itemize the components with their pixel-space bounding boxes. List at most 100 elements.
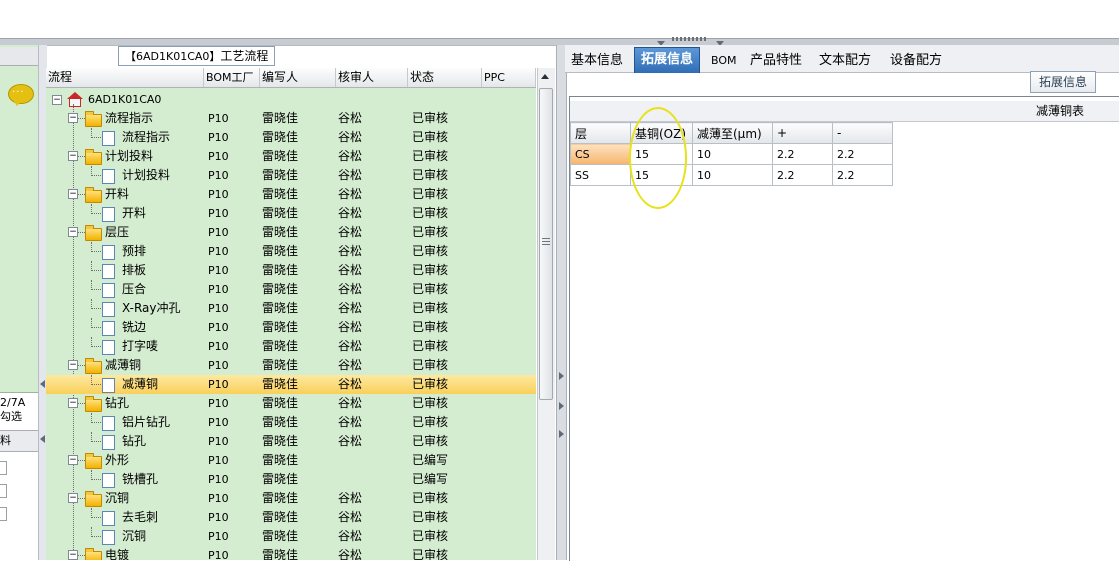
extension-info-button[interactable]: 拓展信息 bbox=[1030, 71, 1096, 93]
tree-row[interactable]: 流程指示 P10 雷晓佳 谷松 已审核 bbox=[46, 128, 536, 147]
tab-3[interactable]: 产品特性 bbox=[744, 50, 808, 72]
bom-factory-cell: P10 bbox=[208, 530, 229, 543]
collapse-node-icon[interactable]: − bbox=[68, 113, 78, 123]
tree-row[interactable]: − 外形 P10 雷晓佳 已编写 bbox=[46, 451, 536, 470]
tree-row[interactable]: X-Ray冲孔 P10 雷晓佳 谷松 已审核 bbox=[46, 299, 536, 318]
column-header[interactable]: + bbox=[772, 122, 833, 144]
collapse-node-icon[interactable]: − bbox=[68, 189, 78, 199]
tree-guide-line bbox=[91, 213, 101, 214]
collapse-node-icon[interactable]: − bbox=[68, 493, 78, 503]
document-icon bbox=[102, 245, 115, 260]
table-cell[interactable]: 10 bbox=[692, 164, 773, 186]
column-header[interactable]: - bbox=[832, 122, 893, 144]
tree-node-label: 铣边 bbox=[122, 320, 147, 334]
column-header[interactable]: 层 bbox=[570, 122, 631, 144]
tree-row[interactable]: 预排 P10 雷晓佳 谷松 已审核 bbox=[46, 242, 536, 261]
tree-node-label: 铝片钻孔 bbox=[122, 415, 171, 429]
tab-4[interactable]: 文本配方 bbox=[813, 50, 877, 72]
collapse-node-icon[interactable]: − bbox=[68, 151, 78, 161]
tree-row[interactable]: − 计划投料 P10 雷晓佳 谷松 已审核 bbox=[46, 147, 536, 166]
tree-root-row[interactable]: − 6AD1K01CA0 bbox=[46, 90, 536, 109]
tree-row[interactable]: 铝片钻孔 P10 雷晓佳 谷松 已审核 bbox=[46, 413, 536, 432]
tree-row[interactable]: − 钻孔 P10 雷晓佳 谷松 已审核 bbox=[46, 394, 536, 413]
collapse-node-icon[interactable]: − bbox=[68, 455, 78, 465]
expand-arrow-icon[interactable] bbox=[559, 372, 564, 380]
expand-arrow-icon[interactable] bbox=[559, 430, 564, 438]
table-cell[interactable]: SS bbox=[570, 164, 631, 186]
tree-row[interactable]: 钻孔 P10 雷晓佳 谷松 已审核 bbox=[46, 432, 536, 451]
document-icon bbox=[102, 340, 115, 355]
tree-node-label: 流程指示 bbox=[105, 111, 154, 125]
folder-icon bbox=[85, 358, 102, 374]
writer-cell: 雷晓佳 bbox=[262, 396, 299, 410]
collapse-node-icon[interactable]: − bbox=[52, 95, 62, 105]
tree-row[interactable]: 排板 P10 雷晓佳 谷松 已审核 bbox=[46, 261, 536, 280]
tree-guide-line bbox=[91, 536, 101, 537]
column-header[interactable]: 减薄至(μm) bbox=[692, 122, 773, 144]
collapse-left-arrow-icon[interactable] bbox=[40, 435, 45, 443]
tree-column-header-cell[interactable]: PPC bbox=[482, 68, 536, 87]
tree-row[interactable]: 开料 P10 雷晓佳 谷松 已审核 bbox=[46, 204, 536, 223]
status-cell: 已审核 bbox=[412, 168, 449, 182]
tree-row[interactable]: − 减薄铜 P10 雷晓佳 谷松 已审核 bbox=[46, 356, 536, 375]
table-row[interactable]: SS 15 10 2.2 2.2 bbox=[570, 164, 893, 186]
left-table-cell[interactable] bbox=[0, 484, 7, 498]
table-cell[interactable]: 2.2 bbox=[772, 143, 833, 165]
reviewer-cell: 谷松 bbox=[338, 225, 363, 239]
collapse-node-icon[interactable]: − bbox=[68, 398, 78, 408]
left-table-cell[interactable] bbox=[0, 461, 7, 475]
tree-column-header-cell[interactable]: 编写人 bbox=[260, 68, 336, 87]
status-cell: 已编写 bbox=[412, 453, 449, 467]
tree-row[interactable]: − 沉铜 P10 雷晓佳 谷松 已审核 bbox=[46, 489, 536, 508]
reviewer-cell: 谷松 bbox=[338, 111, 363, 125]
tree-guide-line bbox=[91, 137, 101, 138]
collapse-node-icon[interactable]: − bbox=[68, 550, 78, 560]
collapse-node-icon[interactable]: − bbox=[68, 227, 78, 237]
table-cell[interactable]: 2.2 bbox=[772, 164, 833, 186]
expand-arrow-icon[interactable] bbox=[559, 402, 564, 410]
splitter-grip[interactable] bbox=[672, 37, 708, 41]
tree-column-header-cell[interactable]: 流程 bbox=[46, 68, 204, 87]
tree-guide-line bbox=[91, 517, 101, 518]
tree-row[interactable]: 铣槽孔 P10 雷晓佳 已编写 bbox=[46, 470, 536, 489]
middle-splitter[interactable] bbox=[556, 45, 567, 560]
table-cell[interactable]: CS bbox=[570, 143, 631, 165]
bom-factory-cell: P10 bbox=[208, 321, 229, 334]
tree-row[interactable]: 沉铜 P10 雷晓佳 谷松 已审核 bbox=[46, 527, 536, 546]
tree-row[interactable]: − 电镀 P10 雷晓佳 谷松 已审核 bbox=[46, 546, 536, 560]
tree-row[interactable]: − 开料 P10 雷晓佳 谷松 已审核 bbox=[46, 185, 536, 204]
table-cell[interactable]: 2.2 bbox=[832, 143, 893, 165]
tree-row[interactable]: − 流程指示 P10 雷晓佳 谷松 已审核 bbox=[46, 109, 536, 128]
tree-node-label: 计划投料 bbox=[122, 168, 171, 182]
collapse-left-arrow-icon[interactable] bbox=[40, 380, 45, 388]
title-code: 【6AD1K01CA0】 bbox=[125, 50, 221, 63]
tree-row[interactable]: 压合 P10 雷晓佳 谷松 已审核 bbox=[46, 280, 536, 299]
tab-0[interactable]: 基本信息 bbox=[565, 50, 629, 72]
scroll-up-arrow-icon[interactable] bbox=[541, 74, 549, 79]
tree-column-header-cell[interactable]: 状态 bbox=[408, 68, 482, 87]
table-row[interactable]: CS 15 10 2.2 2.2 bbox=[570, 143, 893, 165]
table-cell[interactable]: 10 bbox=[692, 143, 773, 165]
collapse-node-icon[interactable]: − bbox=[68, 360, 78, 370]
left-table-cell[interactable] bbox=[0, 507, 7, 521]
writer-cell: 雷晓佳 bbox=[262, 225, 299, 239]
tab-1[interactable]: 拓展信息 bbox=[634, 47, 701, 73]
tree-column-header-cell[interactable]: 核审人 bbox=[336, 68, 408, 87]
tree-row[interactable]: 打字唛 P10 雷晓佳 谷松 已审核 bbox=[46, 337, 536, 356]
tree-row[interactable]: 减薄铜 P10 雷晓佳 谷松 已审核 bbox=[46, 375, 536, 394]
tab-5[interactable]: 设备配方 bbox=[884, 50, 948, 72]
tree-row[interactable]: 去毛刺 P10 雷晓佳 谷松 已审核 bbox=[46, 508, 536, 527]
tree-column-header-cell[interactable]: BOM工厂 bbox=[204, 68, 260, 87]
tree-row[interactable]: 铣边 P10 雷晓佳 谷松 已审核 bbox=[46, 318, 536, 337]
bom-factory-cell: P10 bbox=[208, 378, 229, 391]
writer-cell: 雷晓佳 bbox=[262, 548, 299, 560]
tree-node-label: 减薄铜 bbox=[122, 377, 159, 391]
left-panel-checkbox-label[interactable]: 勾选 bbox=[0, 410, 22, 424]
table-cell[interactable]: 2.2 bbox=[832, 164, 893, 186]
tab-2[interactable]: BOM bbox=[705, 50, 743, 72]
reviewer-cell: 谷松 bbox=[338, 168, 363, 182]
document-icon bbox=[102, 416, 115, 431]
tree-row[interactable]: 计划投料 P10 雷晓佳 谷松 已审核 bbox=[46, 166, 536, 185]
tree-row[interactable]: − 层压 P10 雷晓佳 谷松 已审核 bbox=[46, 223, 536, 242]
document-icon bbox=[102, 264, 115, 279]
